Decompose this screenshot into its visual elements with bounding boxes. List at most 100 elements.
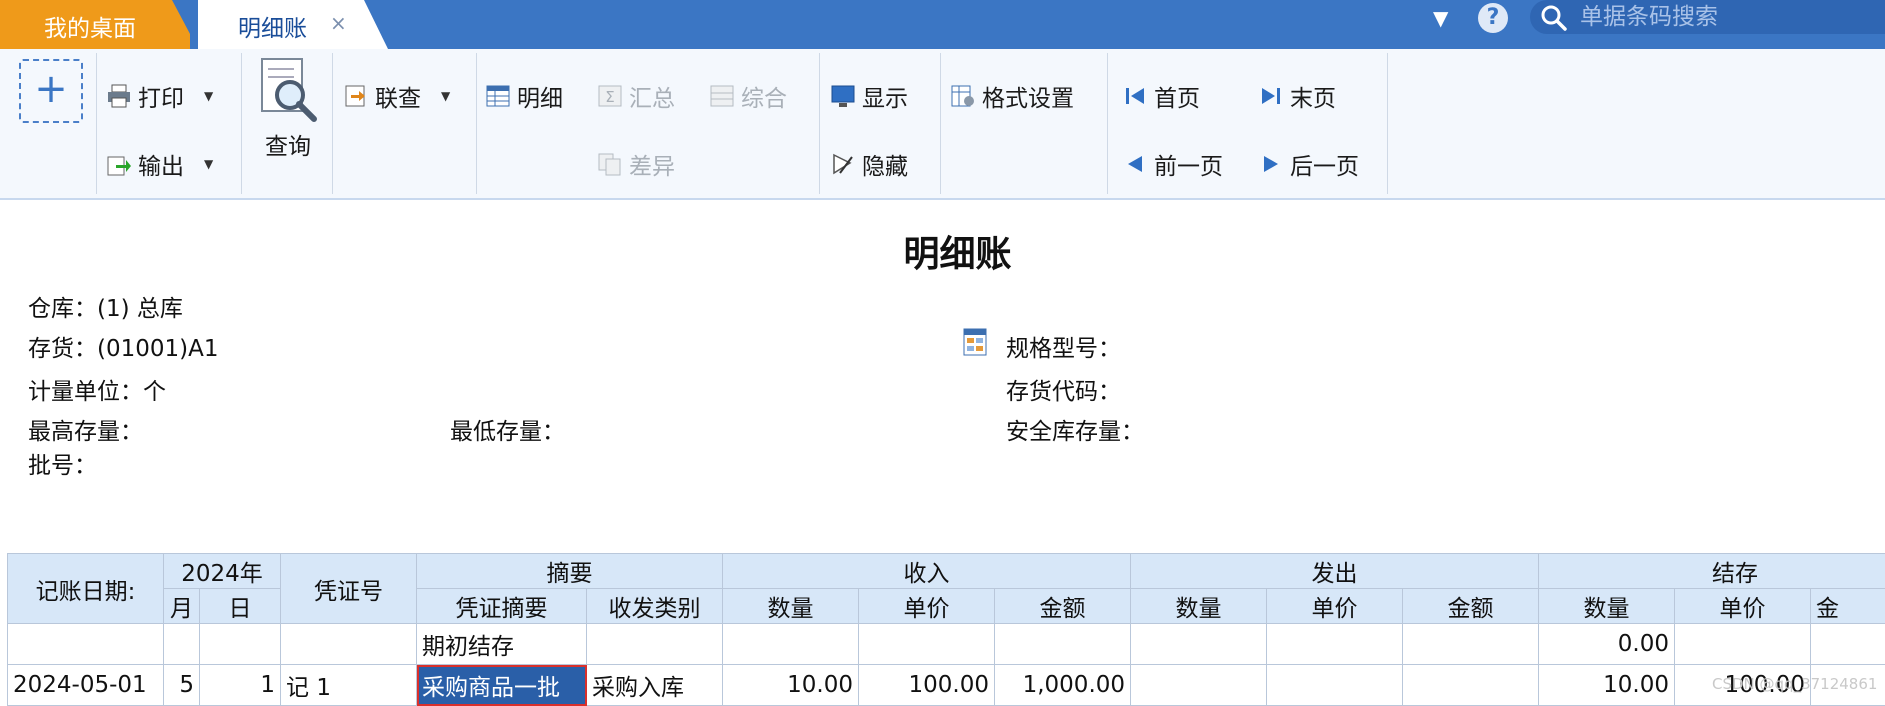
- chevron-down-icon[interactable]: ▼: [1433, 6, 1448, 30]
- bal-price-header[interactable]: 单价: [1675, 589, 1811, 624]
- unit-info: 计量单位：个: [28, 372, 166, 406]
- chevron-down-icon[interactable]: ▼: [441, 89, 450, 103]
- in-qty-header[interactable]: 数量: [723, 589, 859, 624]
- show-button[interactable]: 显示: [830, 79, 908, 113]
- in-amount-cell[interactable]: 1,000.00: [995, 665, 1131, 706]
- out-qty-cell[interactable]: [1131, 665, 1267, 706]
- month-header[interactable]: 月: [164, 589, 200, 624]
- category-cell[interactable]: [587, 624, 723, 665]
- date-cell[interactable]: [8, 624, 164, 665]
- category-header[interactable]: 收发类别: [587, 589, 723, 624]
- close-icon[interactable]: ×: [330, 11, 347, 35]
- voucher-cell[interactable]: 记 1: [281, 665, 417, 706]
- query-label: 查询: [265, 127, 311, 161]
- bal-amount-cell[interactable]: [1811, 624, 1885, 665]
- sigma-icon: Σ: [597, 83, 623, 109]
- day-header[interactable]: 日: [200, 589, 281, 624]
- previous-page-button[interactable]: 前一页: [1122, 147, 1223, 181]
- comprehensive-button[interactable]: 综合: [709, 79, 787, 113]
- item-info: 存货：(01001)A1: [28, 329, 218, 363]
- out-price-header[interactable]: 单价: [1267, 589, 1403, 624]
- year-header: 2024年: [164, 554, 281, 589]
- voucher-cell[interactable]: [281, 624, 417, 665]
- voucher-summary-header[interactable]: 凭证摘要: [417, 589, 587, 624]
- in-amount-cell[interactable]: [995, 624, 1131, 665]
- tab-home-label: 我的桌面: [44, 9, 136, 43]
- chevron-down-icon[interactable]: ▼: [204, 157, 213, 171]
- printer-icon: [106, 83, 132, 109]
- date-header[interactable]: 记账日期:: [8, 554, 164, 624]
- previous-page-label: 前一页: [1154, 147, 1223, 181]
- query-button[interactable]: 查询: [256, 57, 320, 161]
- format-settings-icon: [950, 83, 976, 109]
- show-label: 显示: [862, 79, 908, 113]
- spec-grid-icon[interactable]: [963, 328, 987, 356]
- chevron-down-icon[interactable]: ▼: [204, 89, 213, 103]
- divider: [940, 53, 941, 194]
- tab-ledger[interactable]: 明细账 ×: [198, 0, 388, 49]
- summary-cell[interactable]: 期初结存: [417, 624, 587, 665]
- in-header: 收入: [723, 554, 1131, 589]
- safety-stock-info: 安全库存量：: [1006, 412, 1144, 446]
- divider: [96, 53, 97, 194]
- export-icon: [106, 151, 132, 177]
- category-cell[interactable]: 采购入库: [587, 665, 723, 706]
- first-page-button[interactable]: 首页: [1122, 79, 1200, 113]
- bal-qty-cell[interactable]: 10.00: [1539, 665, 1675, 706]
- last-page-icon: [1258, 83, 1284, 109]
- month-cell[interactable]: [164, 624, 200, 665]
- out-price-cell[interactable]: [1267, 624, 1403, 665]
- watermark: CSDN @qq_37124861: [1712, 675, 1877, 693]
- day-cell[interactable]: [200, 624, 281, 665]
- link-query-button[interactable]: 联查 ▼: [343, 79, 450, 113]
- difference-icon: [597, 151, 623, 177]
- help-icon[interactable]: ?: [1478, 3, 1508, 33]
- next-page-icon: [1258, 151, 1284, 177]
- in-amount-header[interactable]: 金额: [995, 589, 1131, 624]
- bal-qty-cell[interactable]: 0.00: [1539, 624, 1675, 665]
- table-row[interactable]: 2024-05-01 5 1 记 1 采购商品一批 采购入库 10.00 100…: [8, 665, 1885, 706]
- search-icon[interactable]: [1540, 4, 1568, 32]
- previous-page-icon: [1122, 151, 1148, 177]
- in-price-header[interactable]: 单价: [859, 589, 995, 624]
- first-page-label: 首页: [1154, 79, 1200, 113]
- format-settings-button[interactable]: 格式设置: [950, 79, 1074, 113]
- next-page-button[interactable]: 后一页: [1258, 147, 1359, 181]
- comprehensive-label: 综合: [741, 79, 787, 113]
- hide-button[interactable]: 隐藏: [830, 147, 908, 181]
- in-qty-cell[interactable]: 10.00: [723, 665, 859, 706]
- bal-amount-header[interactable]: 金: [1811, 589, 1885, 624]
- summary-cell-selected[interactable]: 采购商品一批: [417, 665, 587, 706]
- in-price-cell[interactable]: 100.00: [859, 665, 995, 706]
- divider: [1107, 53, 1108, 194]
- out-amount-cell[interactable]: [1403, 624, 1539, 665]
- balance-header: 结存: [1539, 554, 1885, 589]
- tab-home[interactable]: 我的桌面: [0, 0, 190, 49]
- bal-price-cell[interactable]: [1675, 624, 1811, 665]
- voucher-header[interactable]: 凭证号: [281, 554, 417, 624]
- month-cell[interactable]: 5: [164, 665, 200, 706]
- search-input[interactable]: [1578, 2, 1872, 32]
- date-cell[interactable]: 2024-05-01: [8, 665, 164, 706]
- export-button[interactable]: 输出 ▼: [106, 147, 213, 181]
- in-qty-cell[interactable]: [723, 624, 859, 665]
- out-amount-header[interactable]: 金额: [1403, 589, 1539, 624]
- bal-qty-header[interactable]: 数量: [1539, 589, 1675, 624]
- new-button[interactable]: +: [19, 59, 83, 123]
- out-qty-cell[interactable]: [1131, 624, 1267, 665]
- out-price-cell[interactable]: [1267, 665, 1403, 706]
- out-qty-header[interactable]: 数量: [1131, 589, 1267, 624]
- table-row[interactable]: 期初结存 0.00: [8, 624, 1885, 665]
- difference-button[interactable]: 差异: [597, 147, 675, 181]
- print-button[interactable]: 打印 ▼: [106, 79, 213, 113]
- detail-button[interactable]: 明细: [485, 79, 563, 113]
- summary-label: 汇总: [629, 79, 675, 113]
- out-amount-cell[interactable]: [1403, 665, 1539, 706]
- header-row-1: 记账日期: 2024年 凭证号 摘要 收入 发出 结存: [8, 554, 1885, 589]
- day-cell[interactable]: 1: [200, 665, 281, 706]
- in-price-cell[interactable]: [859, 624, 995, 665]
- summary-button[interactable]: Σ 汇总: [597, 79, 675, 113]
- out-header: 发出: [1131, 554, 1539, 589]
- last-page-button[interactable]: 末页: [1258, 79, 1336, 113]
- grid-icon: [709, 83, 735, 109]
